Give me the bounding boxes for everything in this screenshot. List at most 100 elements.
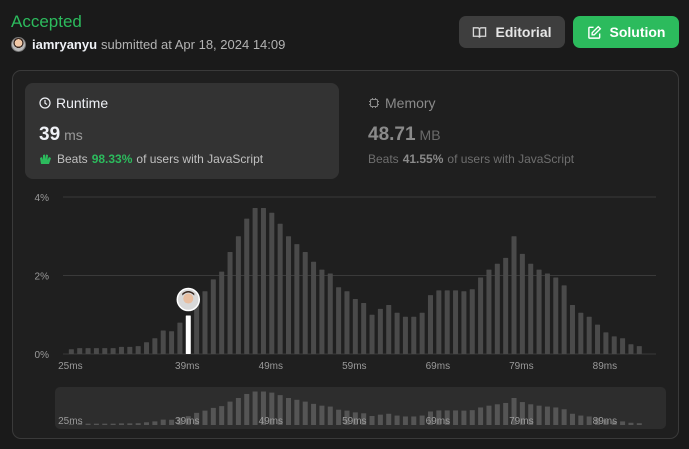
distribution-bar[interactable]	[377, 308, 383, 354]
distribution-bar[interactable]	[302, 251, 308, 354]
distribution-bar[interactable]	[110, 348, 116, 354]
distribution-bar[interactable]	[386, 304, 392, 354]
distribution-bar[interactable]	[469, 289, 475, 354]
y-tick-label: 0%	[35, 350, 50, 361]
distribution-bar[interactable]	[144, 342, 150, 354]
distribution-bar[interactable]	[93, 348, 99, 354]
distribution-bar[interactable]	[561, 285, 567, 354]
navigator-bar	[411, 416, 417, 425]
distribution-bar[interactable]	[486, 269, 492, 354]
distribution-bar[interactable]	[578, 312, 584, 354]
distribution-bar[interactable]	[68, 349, 74, 354]
distribution-bar[interactable]	[210, 279, 216, 354]
distribution-bar[interactable]	[453, 290, 459, 354]
distribution-bar[interactable]	[544, 273, 550, 354]
navigator-bar	[219, 406, 225, 425]
distribution-bar[interactable]	[402, 316, 408, 354]
distribution-bar[interactable]	[118, 346, 124, 354]
navigator-bar	[494, 404, 500, 425]
distribution-bar[interactable]	[620, 338, 626, 354]
x-tick-label: 69ms	[426, 361, 450, 372]
navigator-bar	[419, 415, 425, 425]
distribution-bar[interactable]	[311, 261, 317, 354]
navigator-bar	[160, 419, 166, 425]
distribution-bar[interactable]	[77, 348, 83, 354]
navigator-bar	[544, 406, 550, 425]
selected-bar[interactable]	[185, 315, 191, 354]
distribution-bar[interactable]	[628, 344, 634, 354]
distribution-bar[interactable]	[336, 287, 342, 354]
distribution-bar[interactable]	[553, 277, 559, 354]
distribution-bar[interactable]	[327, 273, 333, 354]
navigator-bar	[210, 407, 216, 425]
distribution-bar[interactable]	[444, 290, 450, 354]
distribution-bar[interactable]	[411, 316, 417, 354]
distribution-bar[interactable]	[461, 291, 467, 354]
distribution-bar[interactable]	[569, 304, 575, 354]
navigator-bar	[553, 407, 559, 425]
navigator-bar	[478, 407, 484, 425]
distribution-bar[interactable]	[419, 312, 425, 354]
distribution-bar[interactable]	[344, 291, 350, 354]
distribution-bar[interactable]	[269, 212, 275, 354]
distribution-bar[interactable]	[127, 346, 133, 354]
x-tick-label: 89ms	[593, 361, 617, 372]
navigator-bar	[369, 416, 375, 425]
navigator-bar	[620, 421, 626, 425]
distribution-bar[interactable]	[227, 251, 233, 354]
distribution-bar[interactable]	[369, 314, 375, 354]
navigator-bar	[394, 415, 400, 425]
navigator-tick-label: 59ms	[342, 416, 366, 427]
distribution-bar[interactable]	[536, 269, 542, 354]
navigator-bar	[118, 423, 124, 425]
distribution-bar[interactable]	[294, 244, 300, 354]
distribution-bar[interactable]	[85, 348, 91, 354]
distribution-bar[interactable]	[586, 316, 592, 354]
distribution-bar[interactable]	[260, 207, 266, 354]
distribution-bar[interactable]	[135, 346, 141, 354]
distribution-bar[interactable]	[394, 312, 400, 354]
distribution-bar[interactable]	[519, 253, 525, 354]
distribution-bar[interactable]	[511, 236, 517, 354]
navigator-bar	[569, 413, 575, 425]
x-tick-label: 39ms	[175, 361, 199, 372]
navigator-bar	[336, 409, 342, 425]
distribution-bar[interactable]	[277, 223, 283, 354]
distribution-bar[interactable]	[202, 291, 208, 354]
navigator-tick-label: 79ms	[509, 416, 533, 427]
distribution-bar[interactable]	[152, 338, 158, 354]
distribution-bar[interactable]	[503, 257, 509, 354]
distribution-bar[interactable]	[169, 331, 175, 354]
navigator-bar	[628, 422, 634, 425]
distribution-bar[interactable]	[177, 322, 183, 354]
distribution-bar[interactable]	[160, 330, 166, 354]
distribution-bar[interactable]	[528, 263, 534, 354]
navigator-bar	[252, 391, 258, 425]
distribution-bar[interactable]	[595, 324, 601, 354]
distribution-bar[interactable]	[319, 269, 325, 354]
distribution-bar[interactable]	[352, 299, 358, 354]
runtime-distribution-chart: 4% 2% 0% 25ms 39ms 49ms 59ms 69ms 79ms 89ms 25ms 39…	[35, 193, 666, 429]
distribution-bar[interactable]	[436, 290, 442, 354]
navigator-bar	[294, 399, 300, 425]
navigator-bar	[469, 410, 475, 425]
navigator-bar	[377, 414, 383, 425]
distribution-bar[interactable]	[286, 236, 292, 354]
distribution-bar[interactable]	[603, 332, 609, 354]
distribution-bar[interactable]	[219, 271, 225, 354]
distribution-bar[interactable]	[235, 236, 241, 354]
distribution-bar[interactable]	[361, 302, 367, 354]
distribution-bar[interactable]	[244, 218, 250, 354]
distribution-bar[interactable]	[636, 346, 642, 354]
navigator-bar	[93, 423, 99, 425]
distribution-bar[interactable]	[611, 336, 617, 354]
navigator-bar	[561, 409, 567, 425]
distribution-bar[interactable]	[494, 263, 500, 354]
distribution-bar[interactable]	[102, 348, 108, 354]
navigator-tick-label: 49ms	[259, 416, 283, 427]
distribution-bar[interactable]	[478, 277, 484, 354]
distribution-bar[interactable]	[427, 295, 433, 354]
navigator-bar	[578, 415, 584, 425]
navigator-bar	[327, 406, 333, 425]
distribution-bar[interactable]	[252, 207, 258, 354]
